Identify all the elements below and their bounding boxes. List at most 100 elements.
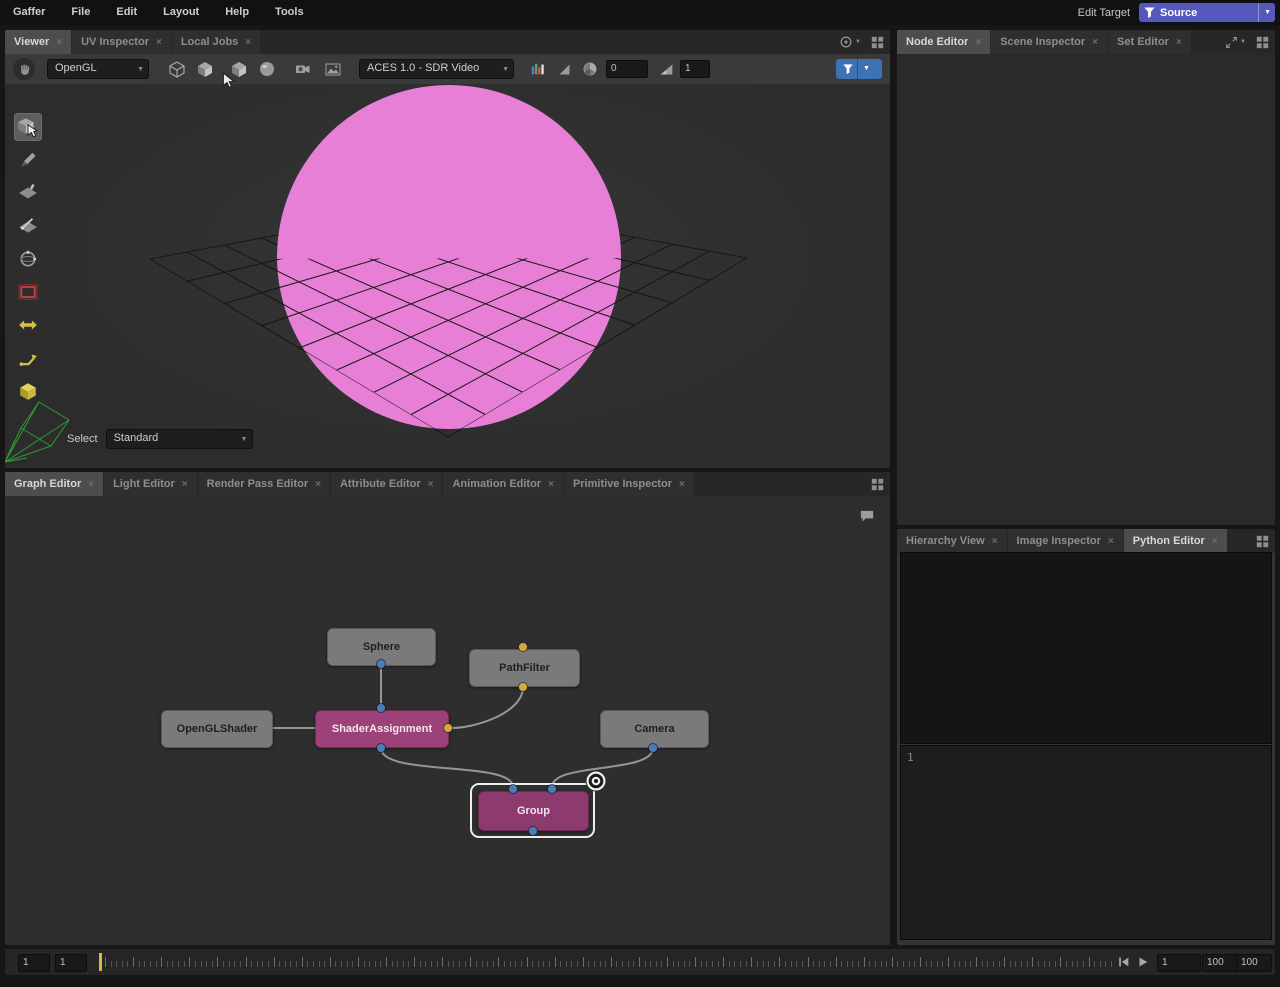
close-icon[interactable] [1092,37,1098,48]
node-openglshader[interactable]: OpenGLShader [161,710,273,748]
play-button[interactable] [1136,955,1150,969]
funnel-icon [1143,6,1156,19]
light-translate-tool-button[interactable] [14,311,42,339]
tab-scene-inspector[interactable]: Scene Inspector [991,30,1107,54]
layout-grid-icon[interactable] [871,478,884,491]
annotation-bubble-icon[interactable] [859,508,876,530]
skip-to-start-button[interactable] [1117,955,1131,969]
edit-tool-button[interactable] [14,146,42,174]
expansion-sphere-icon[interactable] [257,59,277,79]
solid-shading-icon[interactable] [167,59,187,79]
clipping-icon[interactable] [554,59,574,79]
end-frame-field[interactable]: 100 [1236,954,1272,972]
close-icon[interactable] [56,37,62,48]
viewport-3d[interactable]: Select Standard [5,84,890,468]
close-icon[interactable] [1108,536,1114,547]
layout-grid-icon[interactable] [1256,36,1269,49]
tab-animation-editor[interactable]: Animation Editor [443,472,562,496]
menubar: Gaffer File Edit Layout Help Tools Edit … [0,0,1280,25]
viewer-toolbar: OpenGL ACES 1.0 - SDR Video 0 1 ▼ [5,54,890,84]
tab-node-editor[interactable]: Node Editor [897,30,990,54]
tab-viewer[interactable]: Viewer [5,30,71,54]
close-icon[interactable] [992,536,998,547]
tab-uv-inspector[interactable]: UV Inspector [72,30,171,54]
close-icon[interactable] [428,479,434,490]
node-editor-tabbar: Node Editor Scene Inspector Set Editor ▼ [897,30,1275,54]
edit-target-source-button[interactable]: Source ▼ [1139,3,1275,22]
node-sphere[interactable]: Sphere [327,628,436,666]
layout-grid-icon[interactable] [871,36,884,49]
menu-edit[interactable]: Edit [103,0,150,25]
tab-primitive-inspector[interactable]: Primitive Inspector [564,472,694,496]
detach-panel-control[interactable]: ▼ [1225,36,1246,49]
source-button-label: Source [1156,7,1254,19]
gamma-ramp-icon[interactable] [656,59,676,79]
menu-layout[interactable]: Layout [150,0,212,25]
tab-light-editor[interactable]: Light Editor [104,472,197,496]
out-frame-field[interactable]: 100 [1202,954,1238,972]
target-icon [839,35,853,49]
visualiser-tool-button[interactable] [14,377,42,405]
close-icon[interactable] [156,37,162,48]
wireframe-shading-icon[interactable] [195,59,215,79]
node-camera[interactable]: Camera [600,710,709,748]
tab-python-editor[interactable]: Python Editor [1124,529,1227,553]
menu-gaffer[interactable]: Gaffer [0,0,58,25]
mouse-cursor [222,72,236,90]
crop-window-tool-button[interactable] [14,278,42,306]
pan-icon[interactable] [13,58,35,80]
renderer-dropdown[interactable]: OpenGL [47,59,149,79]
tab-hierarchy-view[interactable]: Hierarchy View [897,529,1007,553]
selection-tool-button[interactable] [14,113,42,141]
exposure-field[interactable]: 0 [606,60,648,78]
close-icon[interactable] [88,479,94,490]
playhead[interactable] [99,953,102,971]
tab-graph-editor[interactable]: Graph Editor [5,472,103,496]
image-grade-icon[interactable] [323,59,343,79]
rotate-tool-button[interactable] [14,245,42,273]
light-rotate-tool-button[interactable] [14,344,42,372]
close-icon[interactable] [182,479,188,490]
chevron-down-icon: ▼ [1240,39,1246,45]
histogram-icon[interactable] [528,59,548,79]
close-icon[interactable] [548,479,554,490]
menu-file[interactable]: File [58,0,103,25]
chevron-down-icon: ▼ [857,59,875,79]
tab-set-editor[interactable]: Set Editor [1108,30,1191,54]
camera-settings-menu[interactable]: ▼ [839,35,861,49]
close-icon[interactable] [245,37,251,48]
close-icon[interactable] [975,37,981,48]
color-wheel-icon[interactable] [580,59,600,79]
start-frame-field[interactable]: 1 [18,954,50,972]
close-icon[interactable] [679,479,685,490]
transform-tool-button[interactable] [14,179,42,207]
menu-help[interactable]: Help [212,0,262,25]
close-icon[interactable] [315,479,321,490]
inspect-filter-button[interactable]: ▼ [836,59,882,79]
tab-render-pass-editor[interactable]: Render Pass Editor [198,472,330,496]
frame-ruler[interactable] [105,951,1117,971]
close-icon[interactable] [1176,37,1182,48]
tab-image-inspector[interactable]: Image Inspector [1008,529,1123,553]
display-transform-dropdown[interactable]: ACES 1.0 - SDR Video [359,59,514,79]
select-mode-dropdown[interactable]: Standard [106,429,253,449]
python-input-area[interactable]: 1 [900,745,1272,940]
menu-tools[interactable]: Tools [262,0,317,25]
camera-icon[interactable] [293,59,313,79]
gamma-field[interactable]: 1 [680,60,710,78]
select-label: Select [67,433,98,445]
current-frame-field[interactable]: 1 [1157,954,1201,972]
node-graph-canvas[interactable]: Sphere PathFilter OpenGLShader ShaderAss… [5,496,890,945]
node-pathfilter[interactable]: PathFilter [469,649,580,687]
close-icon[interactable] [1212,536,1218,547]
viewer-tool-column [14,113,42,410]
layout-grid-icon[interactable] [1256,535,1269,548]
sphere-object[interactable] [277,85,621,429]
node-group[interactable]: Group [478,791,589,831]
node-shaderassignment[interactable]: ShaderAssignment [315,710,449,748]
python-output-area[interactable] [900,552,1272,744]
tab-attribute-editor[interactable]: Attribute Editor [331,472,443,496]
in-frame-field[interactable]: 1 [55,954,87,972]
tangent-edit-tool-button[interactable] [14,212,42,240]
tab-local-jobs[interactable]: Local Jobs [172,30,260,54]
